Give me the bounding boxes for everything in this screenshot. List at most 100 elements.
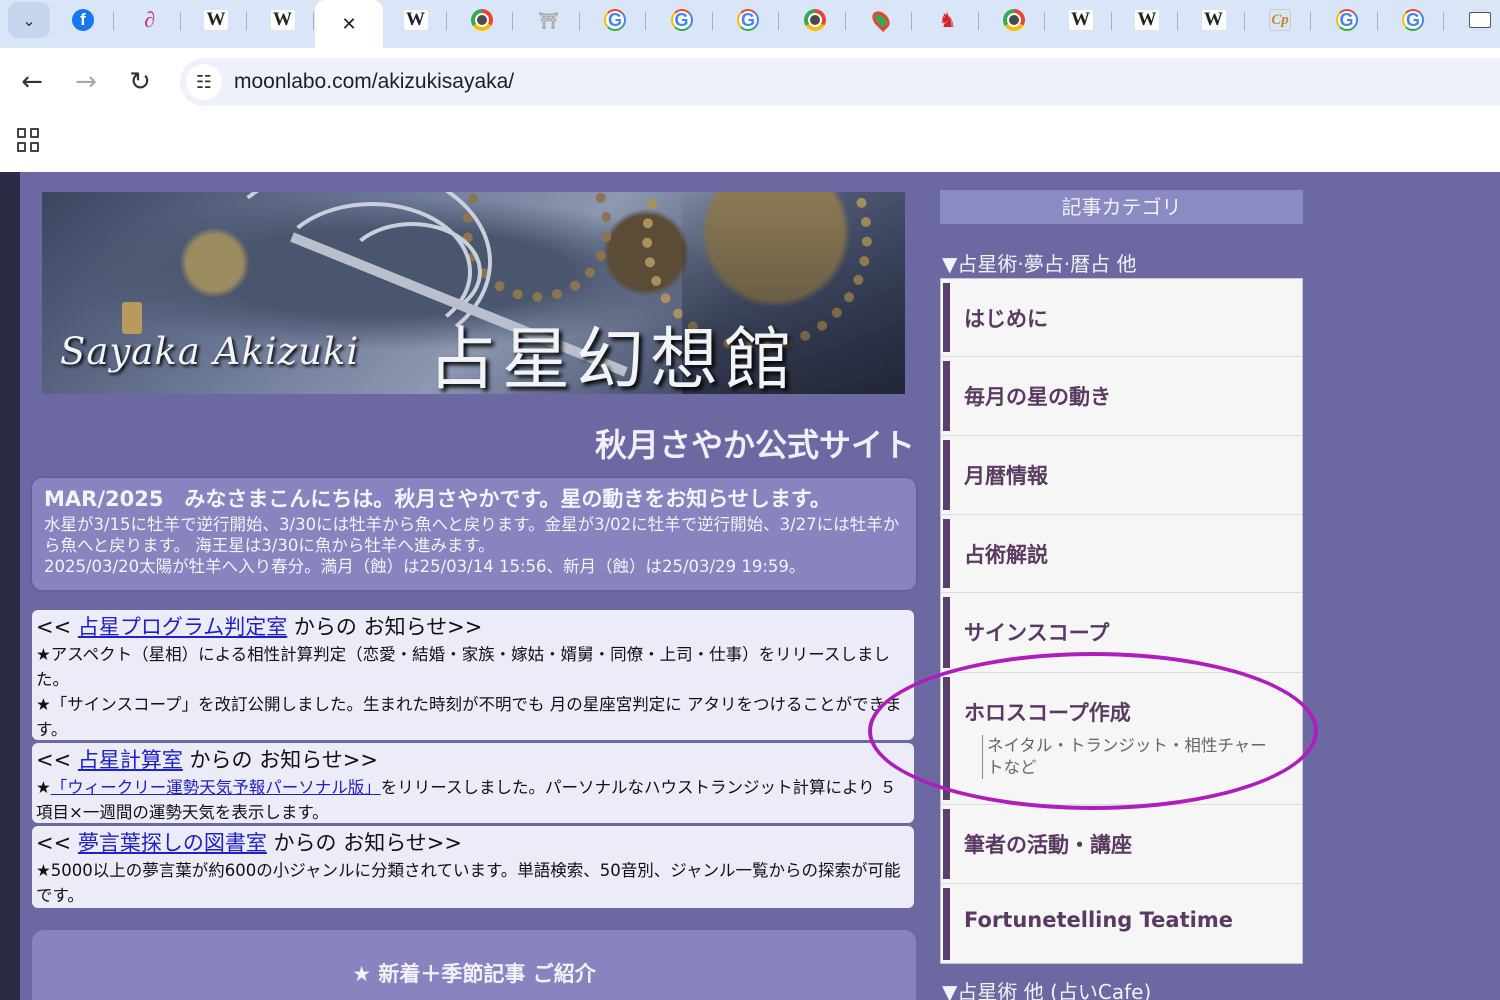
wikipedia-icon: W — [1068, 9, 1093, 30]
news-text: ★5000以上の夢言葉が約600の小ジャンルに分類されています。単語検索、50音… — [36, 861, 901, 905]
wikipedia-icon: W — [270, 9, 295, 30]
tab[interactable] — [983, 4, 1045, 36]
category-list: はじめに 毎月の星の動き 月暦情報 占術解説 サインスコープ ホロスコープ作成 … — [940, 278, 1303, 964]
calc-room-link[interactable]: 占星計算室 — [78, 748, 183, 772]
tab[interactable]: W — [1183, 4, 1245, 36]
news-box-dream: << 夢言葉探しの図書室 からの お知らせ>> ★5000以上の夢言葉が約600… — [32, 826, 914, 908]
google-icon: G — [670, 9, 693, 31]
notice-text: 2025/03/20太陽が牡羊へ入り春分。満月（蝕）は25/03/14 15:5… — [44, 557, 806, 576]
category-item-teatime[interactable]: Fortunetelling Teatime — [941, 884, 1302, 964]
category-item-intro[interactable]: はじめに — [941, 279, 1302, 357]
news-text: ★アスペクト（星相）による相性計算判定（恋愛・結婚・家族・嫁姑・婿舅・同僚・上司… — [36, 645, 890, 689]
chevron-down-icon: ⌄ — [22, 10, 36, 30]
news-heading: << 占星計算室 からの お知らせ>> — [36, 748, 378, 772]
featured-box: ★ 新着＋季節記事 ご紹介 — [32, 930, 916, 1000]
tab[interactable] — [1449, 4, 1500, 36]
google-icon: G — [1335, 9, 1358, 31]
featured-title: ★ 新着＋季節記事 ご紹介 — [352, 962, 596, 986]
web-page: Sayaka Akizuki 占星幻想館 秋月さやか公式サイト MAR/2025… — [0, 172, 1500, 1000]
category-item-moon-calendar[interactable]: 月暦情報 — [941, 436, 1302, 515]
notice-text: 水星が3/15に牡羊で逆行開始、3/30には牡羊から魚へと戻ります。金星が3/0… — [44, 515, 900, 555]
tab[interactable]: ⛩ — [518, 4, 580, 36]
tab[interactable]: Cp — [1249, 4, 1311, 36]
program-room-link[interactable]: 占星プログラム判定室 — [78, 615, 287, 639]
tab[interactable]: W — [1116, 4, 1178, 36]
category-item-label: はじめに — [964, 307, 1048, 331]
google-maps-icon — [868, 7, 894, 33]
category-item-label: 毎月の星の動き — [964, 385, 1111, 409]
weekly-forecast-link[interactable]: 「ウィークリー運勢天気予報パーソナル版」 — [51, 778, 381, 797]
dream-library-link[interactable]: 夢言葉探しの図書室 — [78, 831, 267, 855]
tab[interactable]: W — [385, 4, 447, 36]
category-header: 記事カテゴリ — [940, 190, 1303, 224]
news-text: ★「ウィークリー運勢天気予報パーソナル版」をリリースしました。パーソナルなハウス… — [36, 778, 897, 822]
category-item-activities[interactable]: 筆者の活動・講座 — [941, 805, 1302, 884]
site-title: 秋月さやか公式サイト — [594, 426, 915, 464]
tab-search-button[interactable]: ⌄ — [8, 2, 50, 38]
swirl-logo-icon: ∂ — [144, 7, 155, 32]
category-item-label: 筆者の活動・講座 — [964, 833, 1132, 857]
arrow-right-icon: → — [75, 67, 97, 97]
chrome-icon — [803, 9, 826, 31]
page-content: Sayaka Akizuki 占星幻想館 秋月さやか公式サイト MAR/2025… — [20, 172, 1500, 1000]
tab[interactable] — [451, 4, 513, 36]
tab[interactable]: ♞ — [917, 4, 979, 36]
chrome-icon — [1003, 9, 1025, 31]
tab[interactable]: W — [185, 4, 247, 36]
google-icon: G — [1402, 9, 1424, 31]
tab[interactable]: W — [252, 4, 314, 36]
apps-grid-icon[interactable] — [17, 128, 41, 152]
wikipedia-icon: W — [1201, 9, 1226, 30]
header-name-jp: 占星幻想館 — [428, 321, 799, 394]
news-box-program: << 占星プログラム判定室 からの お知らせ>> ★アスペクト（星相）による相性… — [32, 610, 914, 740]
tab[interactable]: G — [584, 4, 646, 36]
header-banner: Sayaka Akizuki 占星幻想館 — [42, 192, 905, 394]
address-bar[interactable]: ☷ moonlabo.com/akizukisayaka/ — [180, 58, 1500, 106]
arrow-left-icon: ← — [21, 67, 43, 97]
news-text: ★「サインスコープ」を改訂公開しました。生まれた時刻が不明でも 月の星座宮判定に… — [36, 695, 902, 739]
shrine-logo-icon: ⛩ — [538, 10, 559, 30]
tab[interactable] — [850, 4, 912, 36]
facebook-icon: f — [72, 9, 94, 31]
tab[interactable]: G — [651, 4, 713, 36]
site-info-button[interactable]: ☷ — [186, 64, 222, 100]
google-icon: G — [737, 9, 759, 31]
highlight-circle-annotation — [868, 652, 1318, 810]
toolbar: ← → ↻ ☷ moonlabo.com/akizukisayaka/ — [0, 48, 1500, 116]
tab[interactable]: W — [1050, 4, 1112, 36]
google-icon: G — [604, 9, 626, 31]
category-item-label: サインスコープ — [964, 621, 1110, 645]
horse-logo-icon: ♞ — [938, 8, 957, 32]
tab[interactable] — [784, 4, 846, 36]
back-button[interactable]: ← — [14, 64, 50, 100]
tab-active[interactable]: ✕ — [315, 0, 383, 48]
category-item-divination-guide[interactable]: 占術解説 — [941, 515, 1302, 593]
category-item-label: 月暦情報 — [964, 464, 1048, 488]
tab[interactable]: G — [1382, 4, 1444, 36]
wikipedia-icon: W — [403, 9, 428, 30]
category-item-label: 占術解説 — [964, 543, 1048, 567]
category-item-label: Fortunetelling Teatime — [964, 908, 1233, 932]
url-text[interactable]: moonlabo.com/akizukisayaka/ — [234, 70, 514, 94]
wikipedia-icon: W — [204, 9, 228, 30]
tab[interactable]: ∂ — [119, 4, 181, 36]
chrome-icon — [471, 9, 493, 31]
site-logo-icon — [1468, 12, 1491, 28]
reload-icon: ↻ — [129, 67, 151, 97]
notice-title: MAR/2025 みなさまこんにちは。秋月さやかです。星の動きをお知らせします。 — [44, 487, 831, 511]
bookmarks-bar — [0, 116, 1500, 172]
reload-button[interactable]: ↻ — [122, 64, 158, 100]
category-section-title: ▼占星術·夢占·暦占 他 — [942, 252, 1137, 276]
tab[interactable]: G — [717, 4, 779, 36]
header-name-en: Sayaka Akizuki — [60, 330, 360, 373]
notice-box: MAR/2025 みなさまこんにちは。秋月さやかです。星の動きをお知らせします。… — [32, 478, 916, 590]
wikipedia-icon: W — [1135, 9, 1159, 30]
tab[interactable]: f — [52, 4, 114, 36]
tab[interactable]: G — [1316, 4, 1378, 36]
cp-logo-icon: Cp — [1269, 9, 1291, 31]
news-box-calc: << 占星計算室 からの お知らせ>> ★「ウィークリー運勢天気予報パーソナル版… — [32, 743, 914, 823]
forward-button[interactable]: → — [68, 64, 104, 100]
tune-icon: ☷ — [195, 71, 213, 93]
category-item-monthly-stars[interactable]: 毎月の星の動き — [941, 357, 1302, 436]
close-icon[interactable]: ✕ — [341, 14, 356, 35]
